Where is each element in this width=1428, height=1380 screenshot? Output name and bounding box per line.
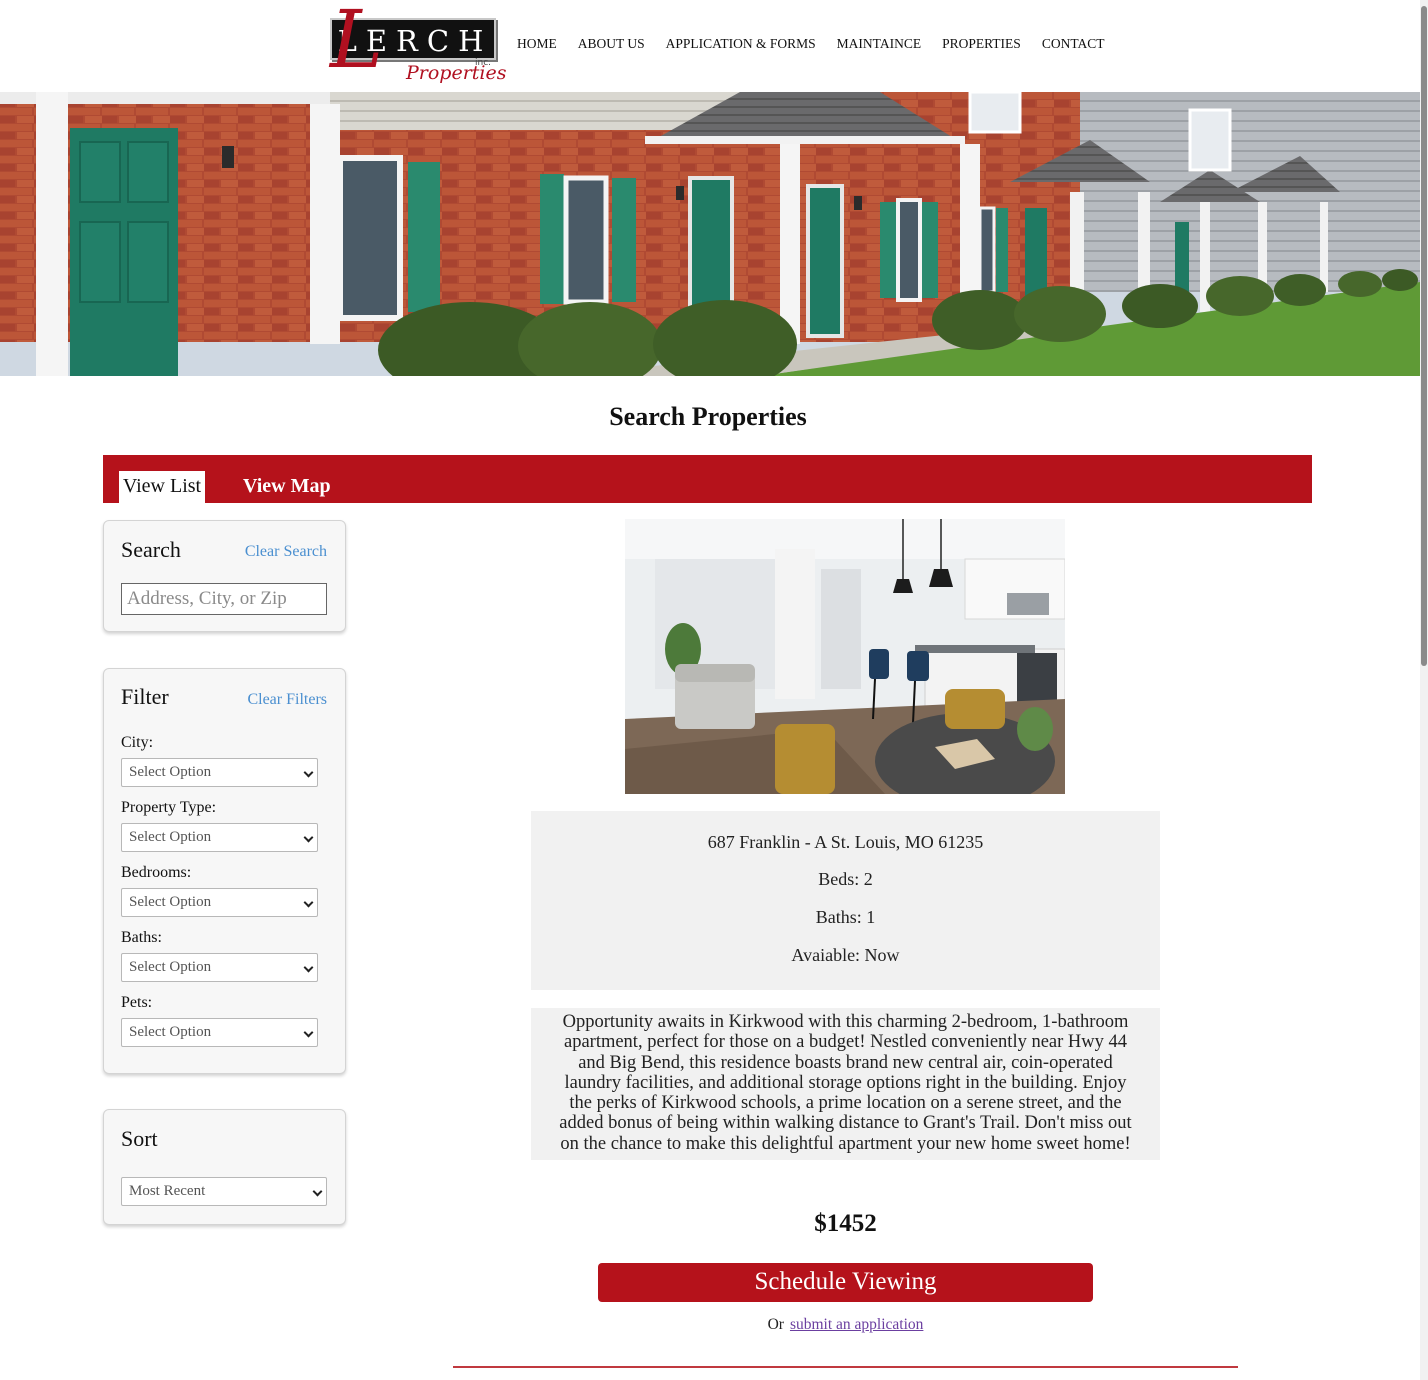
property-type-select[interactable]: Select Option <box>121 823 318 852</box>
listing-beds: Beds: 2 <box>818 869 873 889</box>
tab-view-list[interactable]: View List <box>119 471 205 503</box>
nav-properties[interactable]: PROPERTIES <box>942 36 1021 56</box>
site-header: LERCH L inc. Properties HOME ABOUT US AP… <box>0 0 1428 92</box>
description-line: apartment, perfect for those on a budget… <box>563 1032 1128 1053</box>
logo-script-l: L <box>330 0 384 86</box>
listing-description: Opportunity awaits in Kirkwood with this… <box>538 1012 1153 1154</box>
clear-search-link[interactable]: Clear Search <box>245 543 327 561</box>
nav-home[interactable]: HOME <box>517 36 557 56</box>
bedrooms-label: Bedrooms: <box>121 864 192 881</box>
listing-baths: Baths: 1 <box>815 907 876 927</box>
schedule-viewing-button[interactable]: Schedule Viewing <box>598 1263 1093 1302</box>
chevron-down-icon <box>303 767 314 778</box>
listing-available: Avaiable: Now <box>791 945 900 965</box>
nav-contact[interactable]: CONTACT <box>1042 36 1105 56</box>
sort-select[interactable]: Most Recent <box>121 1177 327 1206</box>
city-label: City: <box>121 734 154 751</box>
page-title: Search Properties <box>609 402 807 431</box>
submit-application-link[interactable]: submit an application <box>790 1316 923 1333</box>
apartment-interior-illustration <box>625 519 1065 794</box>
search-input[interactable] <box>121 583 327 615</box>
listing-address: 687 Franklin - A St. Louis, MO 61235 <box>707 832 984 852</box>
chevron-down-icon <box>303 962 314 973</box>
scrollbar-thumb[interactable] <box>1421 6 1427 666</box>
bedrooms-select[interactable]: Select Option <box>121 888 318 917</box>
description-line: the perks of Kirkwood schools, a prime l… <box>569 1093 1122 1114</box>
listing-info-box: 687 Franklin - A St. Louis, MO 61235 Bed… <box>531 811 1160 990</box>
nav-application-forms[interactable]: APPLICATION & FORMS <box>666 36 816 56</box>
filter-panel: Filter Clear Filters City: Select Option… <box>103 668 346 1074</box>
description-line: added bonus of being within walking dist… <box>559 1113 1132 1134</box>
sort-panel: Sort Most Recent <box>103 1109 346 1225</box>
main-nav: HOME ABOUT US APPLICATION & FORMS MAINTA… <box>517 36 1125 56</box>
view-tab-bar: View List View Map <box>103 455 1312 503</box>
search-panel: Search Clear Search <box>103 520 346 632</box>
clear-filters-link[interactable]: Clear Filters <box>247 691 327 709</box>
chevron-down-icon <box>303 1027 314 1038</box>
bedrooms-select-value: Select Option <box>129 894 212 910</box>
pets-select-value: Select Option <box>129 1024 212 1040</box>
or-text: Or <box>767 1316 784 1333</box>
description-line: and Big Bend, this residence boasts bran… <box>578 1052 1113 1073</box>
hero-photo <box>0 92 1420 376</box>
search-panel-title: Search <box>121 537 181 562</box>
chevron-down-icon <box>312 1186 323 1197</box>
chevron-down-icon <box>303 832 314 843</box>
property-type-select-value: Select Option <box>129 829 212 845</box>
baths-label: Baths: <box>121 929 162 946</box>
listing-divider <box>453 1366 1238 1368</box>
logo-subtitle: Properties <box>406 62 507 84</box>
pets-select[interactable]: Select Option <box>121 1018 318 1047</box>
sort-panel-title: Sort <box>121 1126 158 1151</box>
apply-line: Or submit an application <box>531 1316 1160 1334</box>
nav-maintenance[interactable]: MAINTAINCE <box>837 36 921 56</box>
page-scrollbar[interactable] <box>1420 0 1428 1380</box>
pets-label: Pets: <box>121 994 153 1011</box>
description-line: on the chance to make this delightful ap… <box>560 1133 1131 1154</box>
listing-photo[interactable] <box>625 519 1065 794</box>
baths-select-value: Select Option <box>129 959 212 975</box>
chevron-down-icon <box>303 897 314 908</box>
nav-about-us[interactable]: ABOUT US <box>578 36 645 56</box>
lerch-logo[interactable]: LERCH L inc. Properties <box>326 0 507 88</box>
sort-select-value: Most Recent <box>129 1183 206 1199</box>
listing-description-box: Opportunity awaits in Kirkwood with this… <box>531 1008 1160 1160</box>
filter-panel-title: Filter <box>121 684 169 709</box>
description-line: laundry facilities, and additional stora… <box>564 1072 1127 1093</box>
property-type-label: Property Type: <box>121 799 217 816</box>
city-select[interactable]: Select Option <box>121 758 318 787</box>
description-line: Opportunity awaits in Kirkwood with this… <box>562 1012 1129 1032</box>
tab-view-map[interactable]: View Map <box>243 471 331 503</box>
baths-select[interactable]: Select Option <box>121 953 318 982</box>
city-select-value: Select Option <box>129 764 212 780</box>
townhouse-illustration <box>0 92 1420 376</box>
listing-price: $1452 <box>814 1210 877 1237</box>
